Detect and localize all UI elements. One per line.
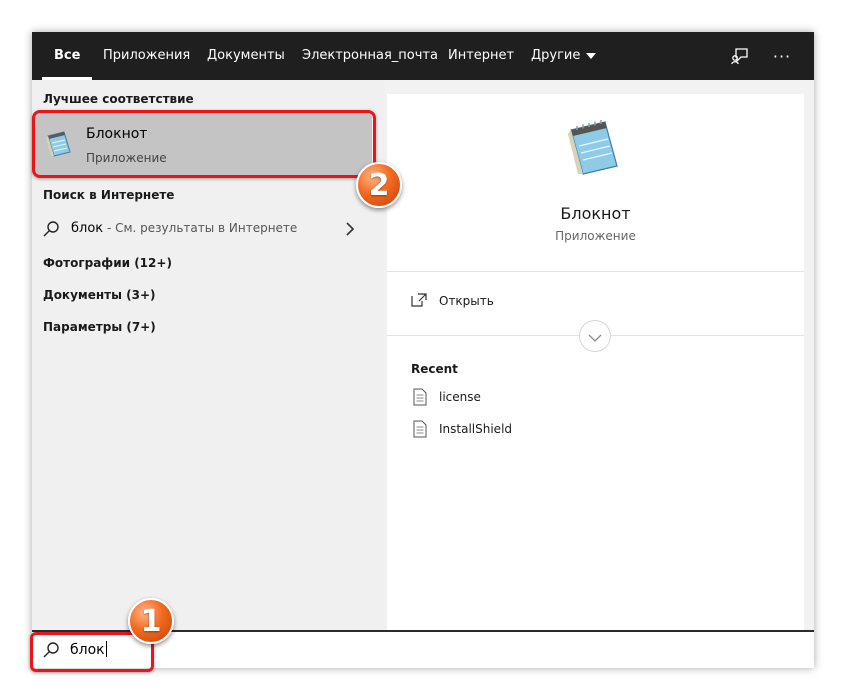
search-window: Все Приложения Документы Электронная_поч… (30, 32, 814, 672)
tab-email-label: Электронная_почта (302, 48, 438, 63)
web-search-hint: - См. результаты в Интернете (103, 221, 298, 235)
open-action-label: Открыть (439, 294, 494, 308)
category-documents[interactable]: Документы (3+) (43, 288, 156, 302)
tab-documents-label: Документы (207, 48, 285, 63)
more-icon[interactable]: ··· (762, 32, 802, 80)
highlight-frame-best-match (32, 110, 376, 178)
tab-internet-label: Интернет (448, 48, 515, 63)
step-badge-2: 2 (356, 162, 402, 208)
recent-item-license[interactable]: license (411, 388, 711, 408)
recent-header: Recent (411, 362, 458, 376)
search-tabs-bar: Все Приложения Документы Электронная_поч… (32, 32, 814, 80)
web-search-result[interactable]: блок - См. результаты в Интернете (32, 212, 386, 246)
more-icon-label: ··· (772, 46, 792, 66)
chevron-down-icon (588, 327, 602, 346)
recent-item-label: license (439, 390, 481, 404)
open-icon (411, 292, 427, 311)
recent-item-label: InstallShield (439, 422, 513, 436)
step-badge-1: 1 (128, 598, 174, 644)
web-search-header: Поиск в Интернете (43, 188, 175, 202)
chevron-right-icon (345, 221, 355, 241)
expand-button[interactable] (579, 320, 611, 352)
tab-apps-label: Приложения (103, 48, 191, 63)
tab-email[interactable]: Электронная_почта (290, 32, 450, 80)
document-icon (413, 388, 427, 410)
tab-internet[interactable]: Интернет (436, 32, 526, 80)
notepad-large-icon (561, 116, 625, 180)
tab-other[interactable]: Другие (519, 32, 608, 80)
tab-all[interactable]: Все (42, 32, 93, 80)
category-photos[interactable]: Фотографии (12+) (43, 256, 172, 270)
best-match-header: Лучшее соответствие (43, 92, 194, 106)
best-match-title: Блокнот (86, 126, 148, 142)
web-search-query: блок (71, 221, 104, 236)
preview-app-type: Приложение (555, 229, 636, 243)
best-match-subtitle: Приложение (86, 151, 167, 165)
preview-divider-top (387, 271, 804, 272)
tab-all-label: Все (54, 48, 81, 63)
tab-other-label: Другие (531, 48, 581, 63)
tab-documents[interactable]: Документы (195, 32, 297, 80)
feedback-icon[interactable] (720, 32, 760, 80)
category-settings[interactable]: Параметры (7+) (43, 320, 156, 334)
preview-app-name: Блокнот (560, 204, 631, 223)
web-search-text: блок - См. результаты в Интернете (71, 221, 297, 236)
caret-down-icon (586, 52, 597, 59)
document-icon (413, 420, 427, 442)
open-action[interactable]: Открыть (411, 290, 611, 312)
recent-item-installshield[interactable]: InstallShield (411, 420, 711, 440)
preview-pane: Блокнот Приложение Открыть Recent licens… (387, 94, 804, 630)
search-icon (42, 220, 60, 242)
tab-apps[interactable]: Приложения (91, 32, 202, 80)
notepad-icon (42, 128, 74, 160)
